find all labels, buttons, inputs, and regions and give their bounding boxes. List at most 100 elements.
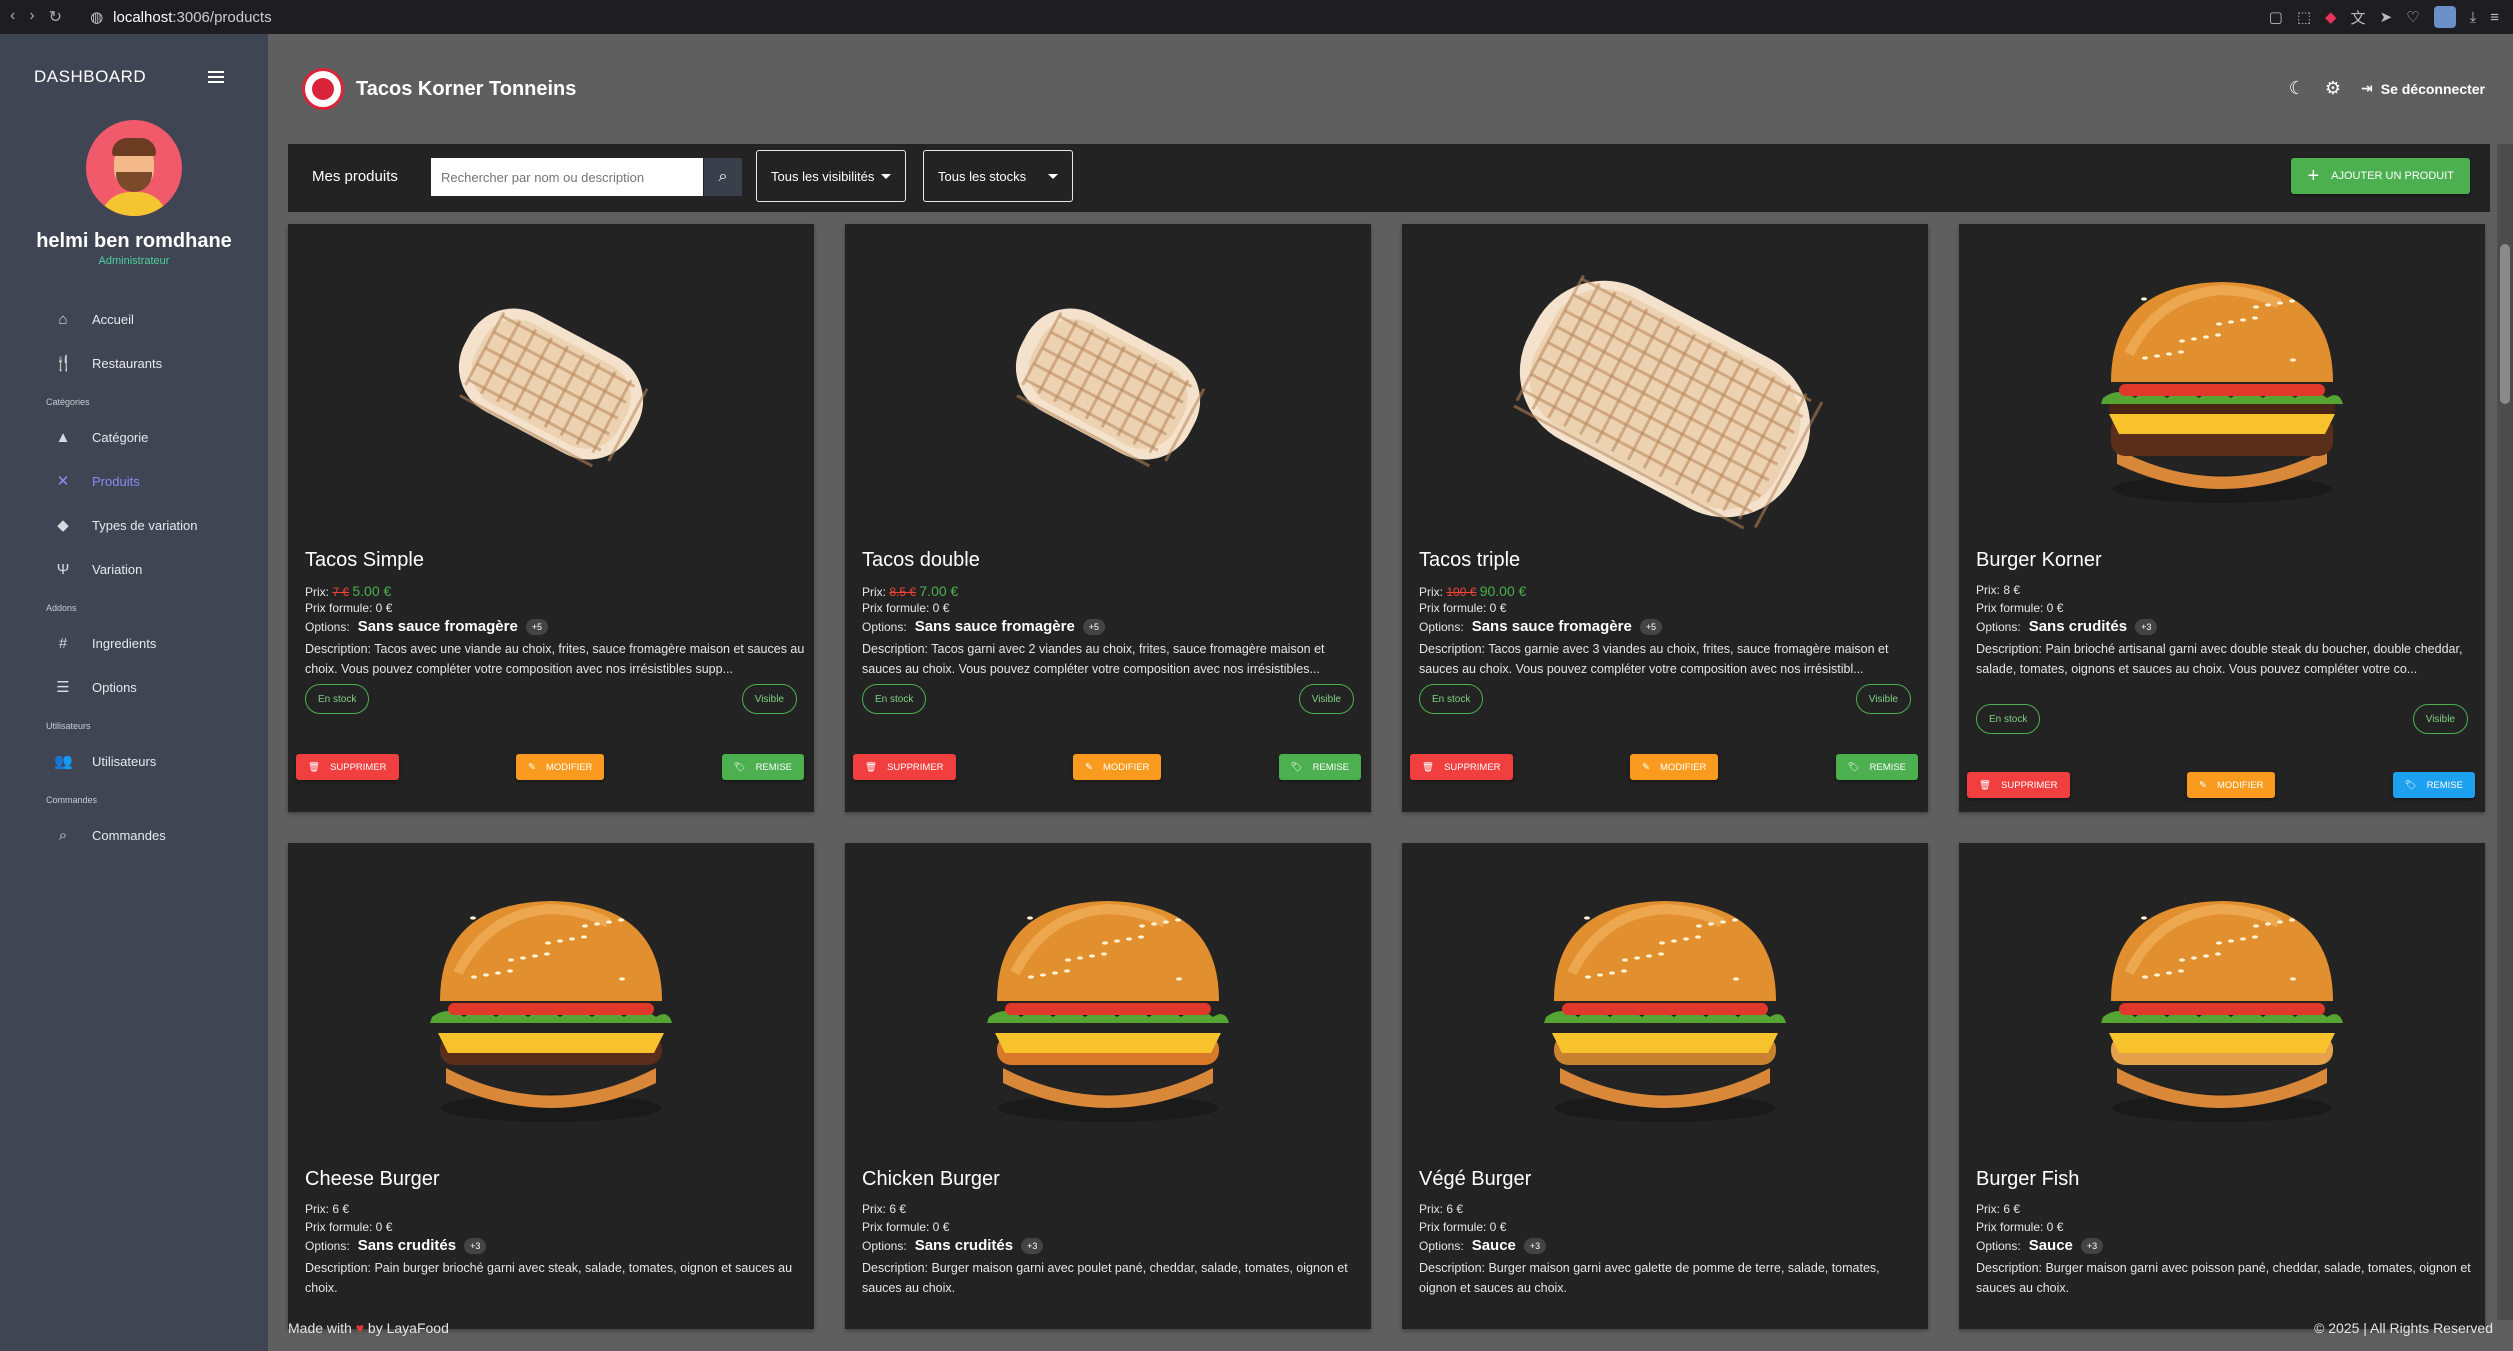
footer-copyright: © 2025 | All Rights Reserved: [2314, 1320, 2493, 1336]
profile-avatar[interactable]: [2433, 6, 2456, 28]
menu-icon[interactable]: ≡: [2490, 9, 2499, 26]
formula-price: Prix formule: 0 €: [1419, 1220, 1507, 1234]
reload-icon[interactable]: ↻: [49, 7, 62, 27]
sidebar-item-ingredients[interactable]: # Ingredients: [0, 621, 268, 665]
sidebar-item-variation[interactable]: Ψ Variation: [0, 547, 268, 591]
extension-icon[interactable]: ▢: [2269, 8, 2283, 26]
user-role: Administrateur: [98, 255, 170, 267]
option-value: Sans sauce fromagère: [357, 618, 518, 635]
url-host: localhost: [113, 8, 173, 26]
hamburger-menu-icon[interactable]: [208, 71, 224, 83]
translate-icon[interactable]: 文: [2351, 7, 2366, 28]
edit-button[interactable]: ✎ MODIFIER: [1630, 754, 1719, 780]
price-label: Prix:: [1976, 583, 2004, 597]
price-value: 8 €: [2003, 583, 2021, 597]
sidebar-item-commandes[interactable]: ⌕ Commandes: [0, 813, 268, 857]
discount-button-label: REMISE: [1312, 761, 1349, 773]
sidebar-item-label: Types de variation: [92, 517, 198, 533]
product-name: Végé Burger: [1419, 1168, 1532, 1190]
options-more-badge[interactable]: +5: [1082, 618, 1106, 635]
variation-type-icon: ◆: [57, 517, 69, 534]
stock-chip: En stock: [305, 684, 370, 714]
page-scrollbar[interactable]: [2497, 144, 2513, 1320]
visibility-chip: Visible: [741, 684, 797, 714]
logout-button[interactable]: ⇥ Se déconnecter: [2361, 80, 2485, 97]
options-more-badge[interactable]: +5: [1639, 618, 1663, 635]
price-label: Prix:: [862, 585, 890, 599]
top-header: Tacos Korner Tonneins ☾ ⚙ ⇥ Se déconnect…: [268, 34, 2513, 144]
users-icon: 👥: [54, 753, 73, 770]
options-more-badge[interactable]: +3: [2135, 618, 2158, 635]
sidebar-item-produits[interactable]: ✕ Produits: [0, 459, 268, 503]
delete-button-label: SUPPRIMER: [2001, 779, 2058, 791]
product-image: [288, 224, 814, 544]
sidebar-item-options[interactable]: ☰ Options: [0, 665, 268, 709]
delete-button[interactable]: 🗑 SUPPRIMER: [1410, 754, 1513, 780]
sidebar-menu: ⌂ Accueil 🍴 Restaurants Catégories ▲ Catégorie…: [0, 297, 268, 857]
price-label: Prix:: [305, 1202, 333, 1216]
search-button[interactable]: ⌕: [704, 158, 742, 196]
options-more-badge[interactable]: +3: [2080, 1237, 2104, 1254]
pencil-icon: ✎: [2199, 779, 2207, 791]
sidebar-item-utilisateurs[interactable]: 👥 Utilisateurs: [0, 739, 268, 783]
tag-icon: 🏷: [1847, 761, 1860, 773]
scrollbar-thumb[interactable]: [2500, 244, 2510, 404]
edit-button[interactable]: ✎ MODIFIER: [1073, 754, 1162, 780]
add-product-label: AJOUTER UN PRODUIT: [2331, 170, 2454, 182]
brand-name: Tacos Korner Tonneins: [356, 77, 577, 100]
discount-button[interactable]: 🏷 REMISE: [1835, 754, 1918, 780]
delete-button[interactable]: 🗑 SUPPRIMER: [1967, 772, 2070, 798]
browser-nav: ‹ › ↻: [10, 7, 62, 27]
shield-icon[interactable]: ◆: [2325, 8, 2337, 26]
product-image: [1402, 224, 1928, 544]
sidebar-item-cat-gorie[interactable]: ▲ Catégorie: [0, 415, 268, 459]
product-image: [1959, 843, 2485, 1163]
sidebar-item-types-de-variation[interactable]: ◆ Types de variation: [0, 503, 268, 547]
options-more-badge[interactable]: +5: [525, 618, 549, 635]
brand: Tacos Korner Tonneins: [302, 68, 576, 110]
download-icon[interactable]: ⤓: [2470, 9, 2477, 26]
search-input[interactable]: [431, 158, 703, 196]
dark-mode-moon-icon[interactable]: ☾: [2289, 78, 2305, 99]
edit-button-label: MODIFIER: [2216, 779, 2264, 791]
option-value: Sans crudités: [914, 1237, 1014, 1254]
edit-button[interactable]: ✎ MODIFIER: [516, 754, 605, 780]
settings-gear-icon[interactable]: ⚙: [2325, 78, 2341, 99]
screenshot-icon[interactable]: ⬚: [2297, 8, 2311, 26]
fork-knife-icon: 🍴: [54, 355, 73, 372]
options-more-badge[interactable]: +3: [464, 1237, 487, 1254]
visibility-filter-select[interactable]: Tous les visibilités: [756, 150, 906, 202]
url-path: :3006/products: [172, 8, 272, 26]
discount-button[interactable]: 🏷 REMISE: [2392, 772, 2475, 798]
forward-icon[interactable]: ›: [29, 7, 34, 27]
url-bar[interactable]: ◍ localhost:3006/products: [90, 8, 272, 27]
footer-by: by LayaFood: [367, 1320, 449, 1336]
discount-button[interactable]: 🏷 REMISE: [1278, 754, 1361, 780]
product-name: Tacos triple: [1419, 549, 1521, 571]
back-icon[interactable]: ‹: [10, 7, 15, 27]
product-name: Tacos double: [862, 549, 980, 571]
option-value: Sans sauce fromagère: [1471, 618, 1632, 635]
sidebar-item-accueil[interactable]: ⌂ Accueil: [0, 297, 268, 341]
stock-filter-select[interactable]: Tous les stocks: [923, 150, 1073, 202]
price-label: Prix:: [305, 585, 333, 599]
edit-button[interactable]: ✎ MODIFIER: [2187, 772, 2276, 798]
options-more-badge[interactable]: +3: [1523, 1237, 1547, 1254]
add-product-button[interactable]: + AJOUTER UN PRODUIT: [2291, 158, 2470, 194]
formula-price: Prix formule: 0 €: [862, 1220, 950, 1234]
product-price: Prix: 100 € 90.00 €: [1419, 583, 1526, 599]
visibility-chip: Visible: [1298, 684, 1354, 714]
heart-icon[interactable]: ♡: [2406, 8, 2419, 26]
options-more-badge[interactable]: +3: [1021, 1237, 1044, 1254]
delete-button[interactable]: 🗑 SUPPRIMER: [853, 754, 956, 780]
sidebar-item-restaurants[interactable]: 🍴 Restaurants: [0, 341, 268, 385]
formula-price: Prix formule: 0 €: [1976, 601, 2064, 615]
menu-section-label: Commandes: [46, 795, 98, 805]
discount-button[interactable]: 🏷 REMISE: [721, 754, 804, 780]
send-icon[interactable]: ➤: [2380, 8, 2393, 26]
ingredients-icon: #: [58, 634, 68, 652]
product-price: Prix: 6 €: [305, 1202, 349, 1216]
delete-button[interactable]: 🗑 SUPPRIMER: [296, 754, 399, 780]
logout-label: Se déconnecter: [2380, 80, 2485, 97]
pencil-icon: ✎: [1642, 761, 1650, 773]
